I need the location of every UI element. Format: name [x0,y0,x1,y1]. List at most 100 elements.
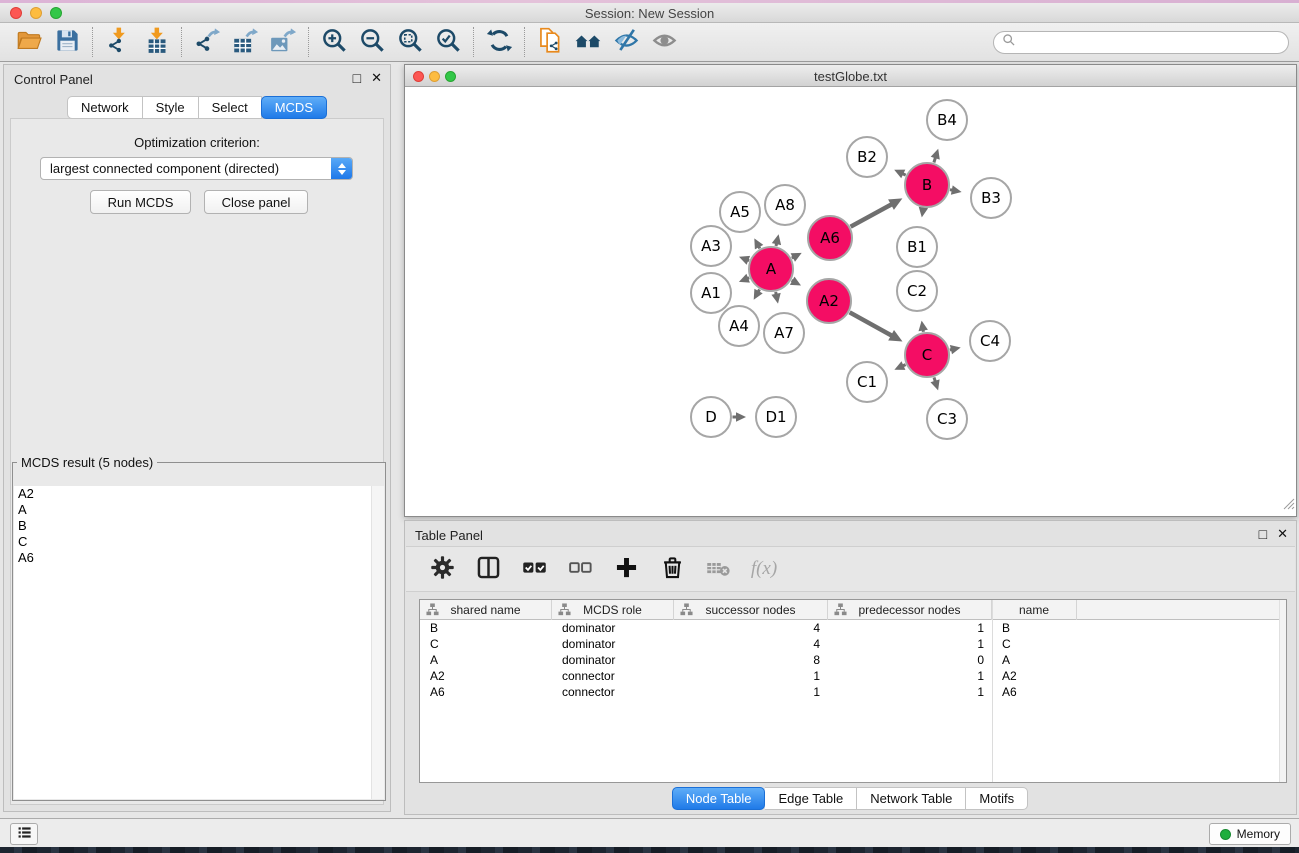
cell-shared-name[interactable]: B [420,620,552,636]
open-session-button[interactable] [10,26,48,58]
graph-node-B3[interactable]: B3 [971,178,1011,218]
mcds-result-item[interactable]: B [14,518,384,534]
close-panel-icon[interactable]: ✕ [371,71,382,85]
graph-node-B[interactable]: B [905,163,949,207]
graph-node-B4[interactable]: B4 [927,100,967,140]
cell-MCDS-role[interactable]: dominator [552,652,674,668]
tab-network[interactable]: Network [67,96,143,119]
import-network-button[interactable] [99,26,137,58]
save-session-button[interactable] [48,26,86,58]
graph-node-A8[interactable]: A8 [765,185,805,225]
show-graphics-button[interactable] [645,26,683,58]
graph-node-A6[interactable]: A6 [808,216,852,260]
cell-MCDS-role[interactable]: dominator [552,636,674,652]
mcds-result-list[interactable]: A2ABCA6 [14,486,384,799]
graph-node-C3[interactable]: C3 [927,399,967,439]
zoom-in-button[interactable] [315,26,353,58]
mcds-result-item[interactable]: A6 [14,550,384,566]
table-row[interactable]: A2connector11A2 [420,668,1286,684]
cell-MCDS-role[interactable]: connector [552,668,674,684]
zoom-out-button[interactable] [353,26,391,58]
table-row[interactable]: Bdominator41B [420,620,1286,636]
graph-node-A1[interactable]: A1 [691,273,731,313]
delete-column-button[interactable] [652,553,692,585]
mcds-result-item[interactable]: A2 [14,486,384,502]
cell-predecessor-nodes[interactable]: 1 [828,636,992,652]
graph-node-C4[interactable]: C4 [970,321,1010,361]
show-panels-button[interactable] [10,823,38,845]
graph-node-C[interactable]: C [905,333,949,377]
graph-node-B2[interactable]: B2 [847,137,887,177]
table-scrollbar-track[interactable] [1279,600,1286,782]
tab-edge-table[interactable]: Edge Table [765,787,857,810]
cell-name[interactable]: C [992,636,1077,652]
cell-successor-nodes[interactable]: 4 [674,620,828,636]
column-header-MCDS-role[interactable]: MCDS role [552,600,674,620]
network-canvas[interactable]: B4 B2 B B3 A8A5 A6 A3 B1 A C2 A1 A2 A4A7 C4 C C1 D D1 C3 [405,87,1296,516]
cell-MCDS-role[interactable]: dominator [552,620,674,636]
cell-shared-name[interactable]: A6 [420,684,552,700]
cell-predecessor-nodes[interactable]: 1 [828,668,992,684]
graph-node-A7[interactable]: A7 [764,313,804,353]
resize-grip-icon[interactable] [1282,497,1295,515]
export-network-button[interactable] [188,26,226,58]
cell-successor-nodes[interactable]: 1 [674,684,828,700]
cell-name[interactable]: A2 [992,668,1077,684]
tab-node-table[interactable]: Node Table [672,787,766,810]
deselect-all-button[interactable] [560,553,600,585]
hide-graphics-button[interactable] [607,26,645,58]
export-image-button[interactable] [264,26,302,58]
import-table-button[interactable] [137,26,175,58]
refresh-layout-button[interactable] [480,26,518,58]
cell-MCDS-role[interactable]: connector [552,684,674,700]
search-field[interactable] [993,31,1289,54]
table-close-panel-icon[interactable]: ✕ [1277,527,1288,541]
tab-style[interactable]: Style [143,96,199,119]
result-scrollbar-track[interactable] [371,486,384,799]
optimization-criterion-select[interactable]: largest connected component (directed) [40,157,353,180]
create-column-button[interactable] [606,553,646,585]
close-panel-button[interactable]: Close panel [204,190,308,214]
graph-node-A4[interactable]: A4 [719,306,759,346]
table-float-panel-icon[interactable]: □ [1259,527,1267,541]
tab-select[interactable]: Select [199,96,262,119]
cell-successor-nodes[interactable]: 4 [674,636,828,652]
graph-node-C2[interactable]: C2 [897,271,937,311]
memory-button[interactable]: Memory [1209,823,1291,845]
graph-node-C1[interactable]: C1 [847,362,887,402]
cell-shared-name[interactable]: C [420,636,552,652]
column-header-predecessor-nodes[interactable]: predecessor nodes [828,600,992,620]
graph-node-D[interactable]: D [691,397,731,437]
mcds-result-item[interactable]: A [14,502,384,518]
column-header-name[interactable]: name [992,600,1077,620]
tab-network-table[interactable]: Network Table [857,787,966,810]
graph-node-A3[interactable]: A3 [691,226,731,266]
graph-node-B1[interactable]: B1 [897,227,937,267]
graph-node-A[interactable]: A [749,247,793,291]
column-header-shared-name[interactable]: shared name [420,600,552,620]
graph-node-D1[interactable]: D1 [756,397,796,437]
run-mcds-button[interactable]: Run MCDS [90,190,191,214]
network-document-button[interactable] [531,26,569,58]
zoom-fit-button[interactable] [391,26,429,58]
table-row[interactable]: Adominator80A [420,652,1286,668]
table-row[interactable]: Cdominator41C [420,636,1286,652]
float-panel-icon[interactable]: □ [353,71,361,85]
cell-successor-nodes[interactable]: 1 [674,668,828,684]
show-columns-button[interactable] [468,553,508,585]
table-row[interactable]: A6connector11A6 [420,684,1286,700]
select-all-button[interactable] [514,553,554,585]
cell-predecessor-nodes[interactable]: 0 [828,652,992,668]
column-header-successor-nodes[interactable]: successor nodes [674,600,828,620]
graph-node-A2[interactable]: A2 [807,279,851,323]
search-input[interactable] [1021,34,1288,52]
cell-name[interactable]: A [992,652,1077,668]
tab-mcds[interactable]: MCDS [261,96,327,119]
graph-node-A5[interactable]: A5 [720,192,760,232]
cell-predecessor-nodes[interactable]: 1 [828,684,992,700]
table-settings-button[interactable] [422,553,462,585]
cell-shared-name[interactable]: A [420,652,552,668]
cell-successor-nodes[interactable]: 8 [674,652,828,668]
cell-predecessor-nodes[interactable]: 1 [828,620,992,636]
cell-name[interactable]: A6 [992,684,1077,700]
